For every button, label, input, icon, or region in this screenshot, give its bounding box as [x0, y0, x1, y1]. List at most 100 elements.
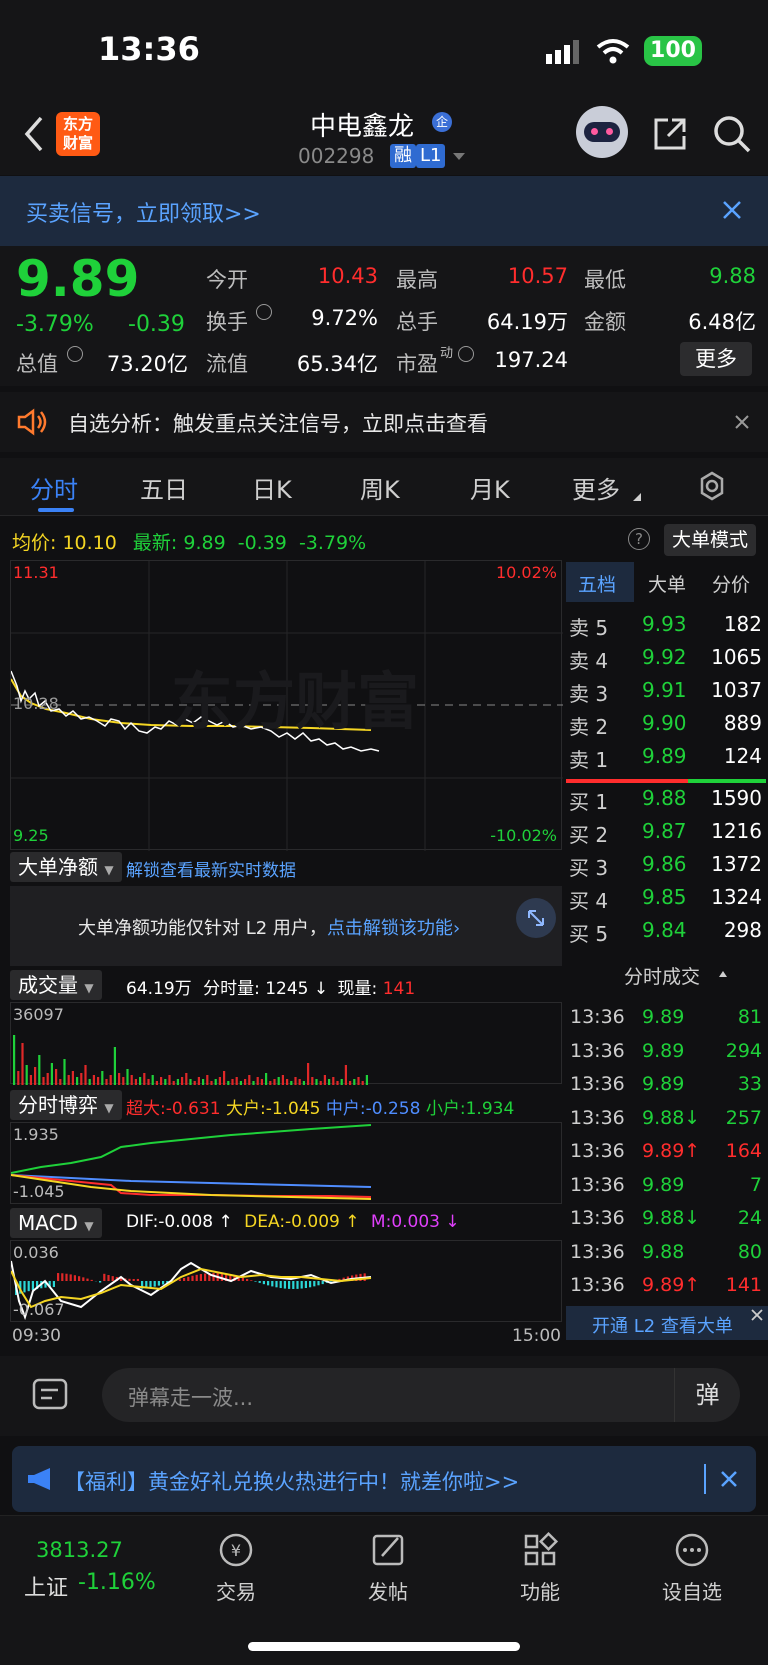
- chart-legend: 均价: 10.10 最新: 9.89 -0.39 -3.79% ? 大单模式: [0, 518, 768, 560]
- macd-bar: [241, 1277, 244, 1281]
- book-tab-price[interactable]: 分价: [712, 570, 750, 597]
- macd-bar: [61, 1273, 64, 1281]
- volume-max: 36097: [13, 1005, 64, 1024]
- robot-assistant-icon[interactable]: [576, 106, 628, 158]
- net-amount-panel-title[interactable]: 大单净额 ▼: [10, 852, 122, 882]
- bid-row[interactable]: 买 4 9.85 1324: [566, 885, 766, 918]
- ask-row[interactable]: 卖 5 9.93 182: [566, 612, 766, 645]
- volume-bar: [164, 1079, 167, 1085]
- book-tab-big[interactable]: 大单: [648, 570, 686, 597]
- tab-daily-k[interactable]: 日K: [252, 470, 292, 505]
- tab-watchlist[interactable]: 设自选: [642, 1576, 742, 1605]
- unlock-link[interactable]: 解锁查看最新实时数据: [126, 856, 296, 881]
- tab-post[interactable]: 发帖: [338, 1576, 438, 1605]
- ask-row[interactable]: 卖 1 9.89 124: [566, 744, 766, 777]
- comment-bar: 弹幕走一波... 弹: [0, 1356, 768, 1436]
- trade-row: 13:36 9.89 81: [566, 1006, 766, 1040]
- info-icon[interactable]: [256, 304, 272, 320]
- volume-bar: [155, 1081, 158, 1085]
- index-change[interactable]: -1.16%: [78, 1570, 156, 1595]
- volume-bar: [294, 1077, 297, 1085]
- help-icon[interactable]: ?: [628, 528, 650, 550]
- volume-bar: [109, 1075, 112, 1085]
- bid-row[interactable]: 买 2 9.87 1216: [566, 819, 766, 852]
- chevron-down-icon[interactable]: [452, 152, 466, 162]
- trades-title[interactable]: 分时成交: [624, 962, 700, 989]
- gear-icon[interactable]: [696, 470, 728, 502]
- game-chart: 1.935 -1.045: [10, 1122, 562, 1204]
- trade-icon[interactable]: ¥: [216, 1530, 256, 1570]
- ask-row[interactable]: 卖 4 9.92 1065: [566, 645, 766, 678]
- macd-bar: [275, 1281, 278, 1288]
- macd-bar: [321, 1281, 324, 1285]
- macd-panel-title[interactable]: MACD ▼: [10, 1208, 102, 1238]
- enterprise-icon: 企: [432, 112, 452, 132]
- volume-bar: [17, 1071, 20, 1085]
- tab-function[interactable]: 功能: [490, 1576, 590, 1605]
- bid-row[interactable]: 买 3 9.86 1372: [566, 852, 766, 885]
- volume-bar: [260, 1079, 263, 1085]
- comment-input[interactable]: 弹幕走一波... 弹: [102, 1368, 740, 1422]
- volume-bar: [181, 1077, 184, 1085]
- trade-price: 9.88: [642, 1240, 685, 1263]
- volume-bar: [231, 1079, 234, 1085]
- chart-bottom-price: 9.25: [13, 826, 49, 845]
- close-icon[interactable]: [720, 1470, 738, 1488]
- close-icon[interactable]: [750, 1308, 764, 1322]
- index-value[interactable]: 3813.27: [36, 1538, 123, 1562]
- ask-row[interactable]: 卖 2 9.90 889: [566, 711, 766, 744]
- macd-bar: [246, 1278, 249, 1281]
- share-icon[interactable]: [652, 116, 688, 152]
- open-label: 今开: [206, 268, 248, 292]
- tab-more[interactable]: 更多: [572, 470, 620, 505]
- l2-unlock-link[interactable]: 点击解锁该功能: [327, 918, 453, 939]
- tab-monthly-k[interactable]: 月K: [470, 470, 510, 505]
- small-label: 小户:: [425, 1099, 466, 1119]
- search-icon[interactable]: [712, 114, 752, 154]
- bid-price: 9.84: [642, 918, 687, 942]
- danmaku-send-button[interactable]: 弹: [674, 1368, 740, 1422]
- big-order-mode-button[interactable]: 大单模式: [664, 524, 756, 556]
- tab-intraday[interactable]: 分时: [30, 470, 78, 505]
- intraday-chart[interactable]: 东方财富 11.31 10.02% 10.28 9.25 -10.02%: [10, 560, 563, 851]
- macd-bar: [262, 1281, 265, 1285]
- game-panel-title[interactable]: 分时博弈 ▼: [10, 1090, 122, 1120]
- volume-bar: [248, 1075, 251, 1085]
- ask-row[interactable]: 卖 3 9.91 1037: [566, 678, 766, 711]
- book-tab-five[interactable]: 五档: [578, 570, 616, 597]
- tab-active-indicator: [38, 508, 74, 512]
- open-l2-button[interactable]: 开通 L2 查看大单: [566, 1306, 768, 1340]
- signal-banner[interactable]: 买卖信号，立即领取>>: [0, 176, 768, 246]
- close-icon[interactable]: [722, 200, 742, 220]
- macd-bar: [313, 1281, 316, 1287]
- bid-row[interactable]: 买 5 9.84 298: [566, 918, 766, 951]
- function-icon[interactable]: [520, 1530, 560, 1570]
- tab-five-day[interactable]: 五日: [140, 470, 188, 505]
- tab-trade[interactable]: 交易: [186, 1576, 286, 1605]
- volume-bar: [189, 1079, 192, 1085]
- welfare-banner[interactable]: 【福利】黄金好礼兑换火热进行中！就差你啦>>: [12, 1446, 756, 1512]
- close-icon[interactable]: [734, 414, 750, 430]
- analysis-bar[interactable]: 自选分析：触发重点关注信号，立即点击查看: [0, 392, 768, 452]
- volume-value: 64.19万: [486, 310, 568, 334]
- l2-notice: 大单净额功能仅针对 L2 用户，点击解锁该功能›: [10, 886, 562, 966]
- bid-label: 买 5: [569, 922, 609, 946]
- post-icon[interactable]: [368, 1530, 408, 1570]
- add-watchlist-icon[interactable]: [672, 1530, 712, 1570]
- volume-bar: [151, 1075, 154, 1085]
- more-button[interactable]: 更多: [680, 342, 752, 376]
- message-icon[interactable]: [30, 1374, 72, 1416]
- tab-weekly-k[interactable]: 周K: [360, 470, 400, 505]
- index-name[interactable]: 上证: [24, 1570, 68, 1602]
- back-icon[interactable]: [24, 116, 44, 152]
- volume-panel-title[interactable]: 成交量 ▼: [10, 970, 102, 1000]
- macd-bar: [23, 1281, 26, 1293]
- current-price: 9.89: [16, 250, 140, 308]
- bid-row[interactable]: 买 1 9.88 1590: [566, 786, 766, 819]
- macd-bottom: -0.067: [13, 1300, 65, 1319]
- volume-bar: [172, 1081, 175, 1085]
- open-value: 10.43: [317, 264, 378, 288]
- battery-indicator: 100: [644, 36, 702, 66]
- info-icon[interactable]: [67, 346, 83, 362]
- expand-icon[interactable]: [516, 898, 556, 938]
